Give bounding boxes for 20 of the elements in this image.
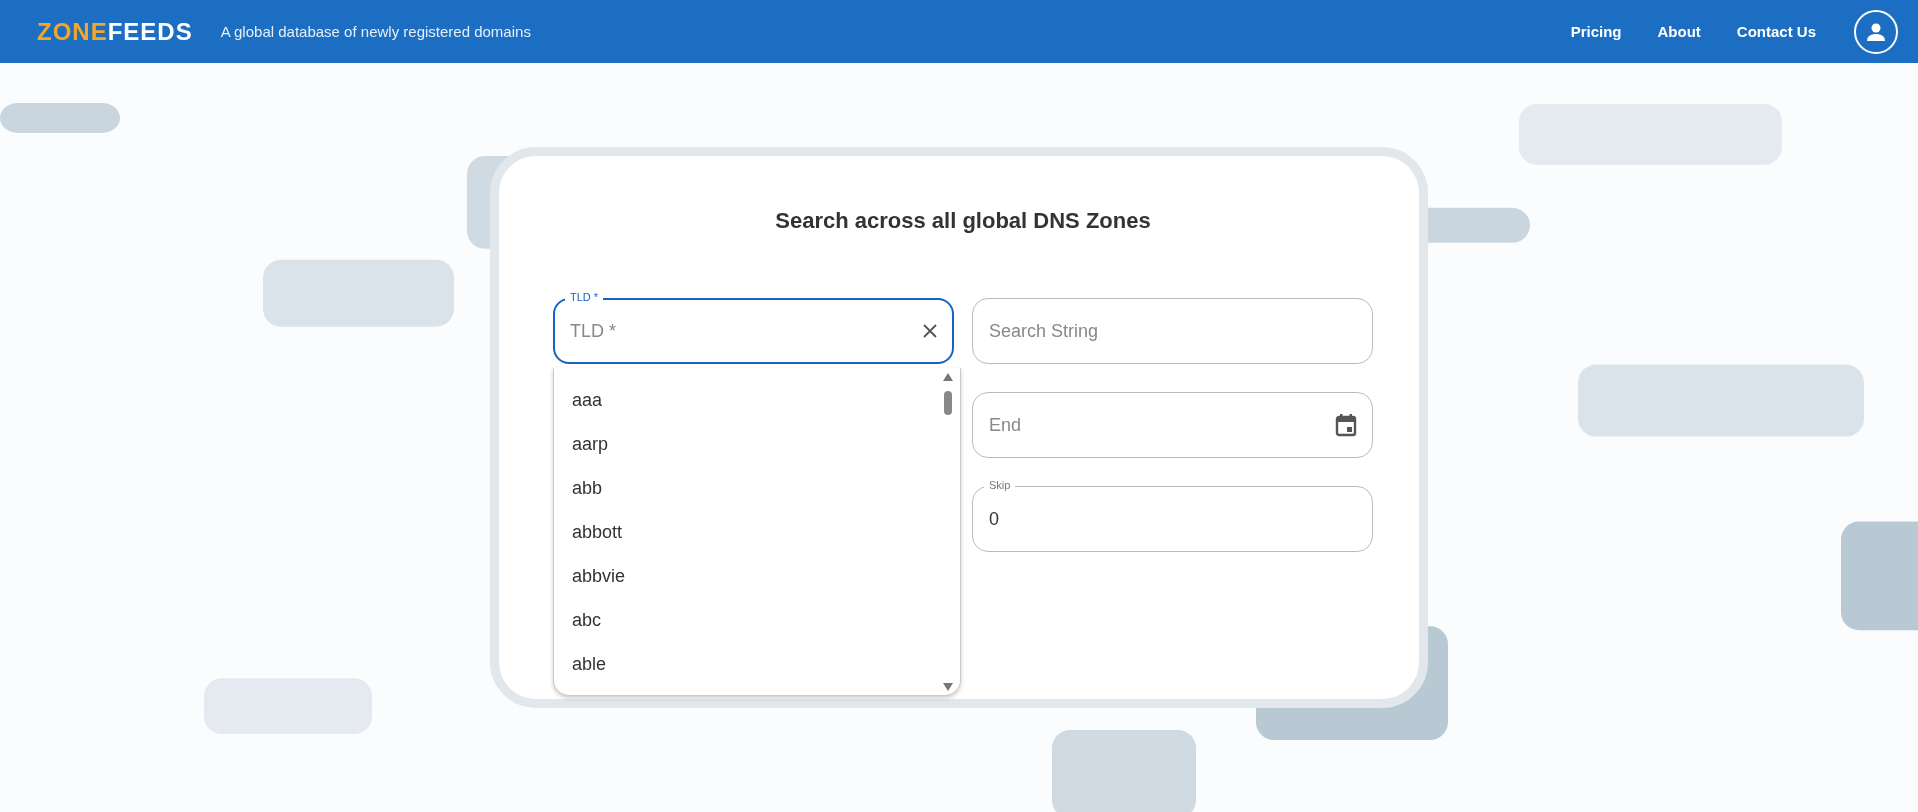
dropdown-option[interactable]: able [554,642,960,686]
nav-link[interactable]: About [1657,23,1701,40]
input-field[interactable]: Search String [972,298,1373,364]
dropdown-option[interactable]: aaa [554,378,960,422]
dropdown-option[interactable]: abbott [554,510,960,554]
dropdown-option[interactable]: abc [554,598,960,642]
nav-link[interactable]: Contact Us [1736,23,1816,40]
tagline: A global database of newly registered domains [220,23,531,40]
input-field[interactable]: End [972,392,1373,458]
dropdown-option[interactable]: abb [554,466,960,510]
calendar-icon[interactable] [1335,413,1357,437]
card-title: Search across all global DNS Zones [774,208,1152,234]
nav-link[interactable]: Pricing [1570,23,1622,40]
field-label: Skip [984,478,1016,492]
logo[interactable]: ZONEFEEDS [37,17,193,46]
dropdown-option[interactable]: abbvie [554,554,960,598]
field-label: TLD * [565,290,604,304]
dropdown-option[interactable]: aarp [554,422,960,466]
account-button[interactable] [1854,9,1898,54]
close-icon[interactable] [922,323,938,339]
